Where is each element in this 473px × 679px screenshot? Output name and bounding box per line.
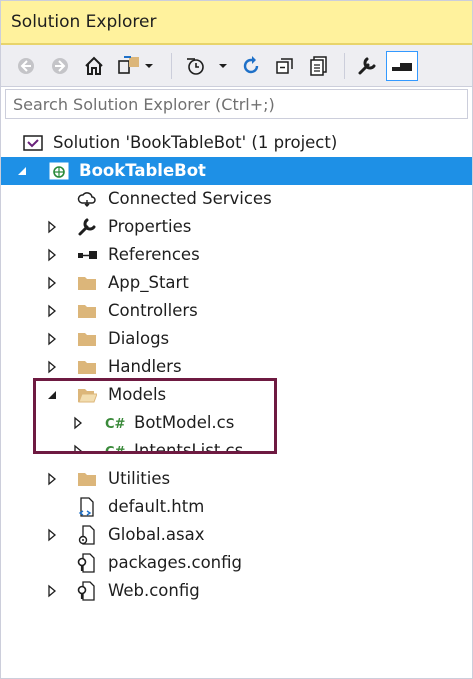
folder-icon <box>78 305 96 318</box>
visual-studio-solution-icon <box>23 135 43 151</box>
tree-item-intentslist-cs[interactable]: C# IntentsList.cs <box>1 437 472 453</box>
sync-icon <box>118 56 153 74</box>
tree-item-label: Web.config <box>108 581 200 600</box>
collapsed-arrow-icon[interactable] <box>45 248 59 262</box>
tree-item-app-start[interactable]: App_Start <box>1 269 472 297</box>
tree-item-label: App_Start <box>108 273 189 292</box>
tree-item-global-asax[interactable]: Global.asax <box>1 521 472 549</box>
toolbar-separator <box>171 53 172 79</box>
search-input[interactable] <box>13 94 467 114</box>
tree-item-project[interactable]: BookTableBot <box>1 157 472 185</box>
tree-item-properties[interactable]: Properties <box>1 213 472 241</box>
tree-item-label: Handlers <box>108 357 182 376</box>
tree-item-label: Dialogs <box>108 329 170 348</box>
tree-item-label: Connected Services <box>108 189 272 208</box>
collapsed-arrow-icon[interactable] <box>45 528 59 542</box>
tree-item-web-config[interactable]: Web.config <box>1 577 472 605</box>
html-file-icon <box>78 497 94 517</box>
wrench-icon <box>358 57 376 75</box>
collapsed-arrow-icon[interactable] <box>45 304 59 318</box>
collapsed-arrow-icon[interactable] <box>45 332 59 346</box>
clock-icon <box>187 58 227 75</box>
forward-arrow-icon <box>52 58 68 74</box>
tree-item-label: BotModel.cs <box>134 413 235 432</box>
tree-item-utilities[interactable]: Utilities <box>1 465 472 493</box>
tree-item-solution[interactable]: Solution 'BookTableBot' (1 project) <box>1 129 472 157</box>
properties-button[interactable] <box>353 51 381 81</box>
tree-item-packages-config[interactable]: packages.config <box>1 549 472 577</box>
tree-item-label: Controllers <box>108 301 198 320</box>
csharp-file-icon: C# <box>105 417 125 432</box>
tree-item-controllers[interactable]: Controllers <box>1 297 472 325</box>
cloud-icon <box>77 192 96 207</box>
search-box[interactable] <box>5 89 468 119</box>
tree-item-label: packages.config <box>108 553 242 572</box>
collapsed-arrow-icon[interactable] <box>45 276 59 290</box>
expanded-arrow-icon[interactable] <box>15 164 29 178</box>
folder-icon <box>78 473 96 486</box>
forward-button[interactable] <box>47 51 73 81</box>
config-file-icon <box>77 581 95 601</box>
show-all-files-icon <box>310 56 327 76</box>
toolbar-separator <box>344 53 345 79</box>
tree-item-label: Global.asax <box>108 525 205 544</box>
folder-icon <box>78 277 96 290</box>
tree-item-models[interactable]: Models <box>1 381 472 409</box>
collapse-all-button[interactable] <box>271 51 299 81</box>
asax-file-icon <box>78 525 95 545</box>
wrench-icon <box>78 218 96 236</box>
collapsed-arrow-icon[interactable] <box>45 584 59 598</box>
tree-item-botmodel-cs[interactable]: C# BotModel.cs <box>1 409 472 437</box>
tree-item-label: IntentsList.cs <box>134 441 244 453</box>
folder-open-icon <box>78 389 97 403</box>
tree-item-handlers[interactable]: Handlers <box>1 353 472 381</box>
tree-item-references[interactable]: References <box>1 241 472 269</box>
collapsed-arrow-icon[interactable] <box>71 416 85 430</box>
refresh-button[interactable] <box>237 51 265 81</box>
folder-icon <box>78 333 96 346</box>
refresh-icon <box>243 56 259 74</box>
expanded-arrow-icon[interactable] <box>45 388 59 402</box>
collapsed-arrow-icon[interactable] <box>45 220 59 234</box>
tree-item-label: default.htm <box>108 497 205 516</box>
svg-text:C#: C# <box>105 445 125 453</box>
panel-title-bar[interactable]: Solution Explorer <box>1 1 472 45</box>
back-button[interactable] <box>13 51 39 81</box>
tree-item-connected-services[interactable]: Connected Services <box>1 185 472 213</box>
collapsed-arrow-icon[interactable] <box>71 444 85 453</box>
tree-item-default-htm[interactable]: default.htm <box>1 493 472 521</box>
tree-item-dialogs[interactable]: Dialogs <box>1 325 472 353</box>
collapsed-arrow-icon[interactable] <box>45 472 59 486</box>
home-icon <box>85 56 103 75</box>
folder-icon <box>78 361 96 374</box>
csharp-file-icon: C# <box>105 445 125 453</box>
preview-icon <box>392 63 412 71</box>
tree-item-label: References <box>108 245 200 264</box>
tree-item-label: Utilities <box>108 469 171 488</box>
references-icon <box>78 251 97 259</box>
panel-title: Solution Explorer <box>11 12 157 32</box>
sync-with-active-document-button[interactable] <box>115 51 157 81</box>
home-button[interactable] <box>81 51 107 81</box>
show-all-files-button[interactable] <box>305 51 333 81</box>
toolbar <box>1 45 472 87</box>
collapse-all-icon <box>276 58 293 74</box>
back-arrow-icon <box>18 58 34 74</box>
preview-selected-items-button[interactable] <box>386 51 418 81</box>
pending-changes-filter-button[interactable] <box>181 51 231 81</box>
config-file-icon <box>77 553 95 573</box>
web-project-icon <box>49 162 69 180</box>
tree-item-label: Solution 'BookTableBot' (1 project) <box>53 133 338 152</box>
tree-item-label: Properties <box>108 217 192 236</box>
svg-text:C#: C# <box>105 417 125 432</box>
tree-item-label: BookTableBot <box>79 161 206 180</box>
tree-item-label: Models <box>108 385 167 404</box>
solution-explorer-panel: Solution Explorer Search Solution Explor… <box>0 0 473 679</box>
collapsed-arrow-icon[interactable] <box>45 360 59 374</box>
